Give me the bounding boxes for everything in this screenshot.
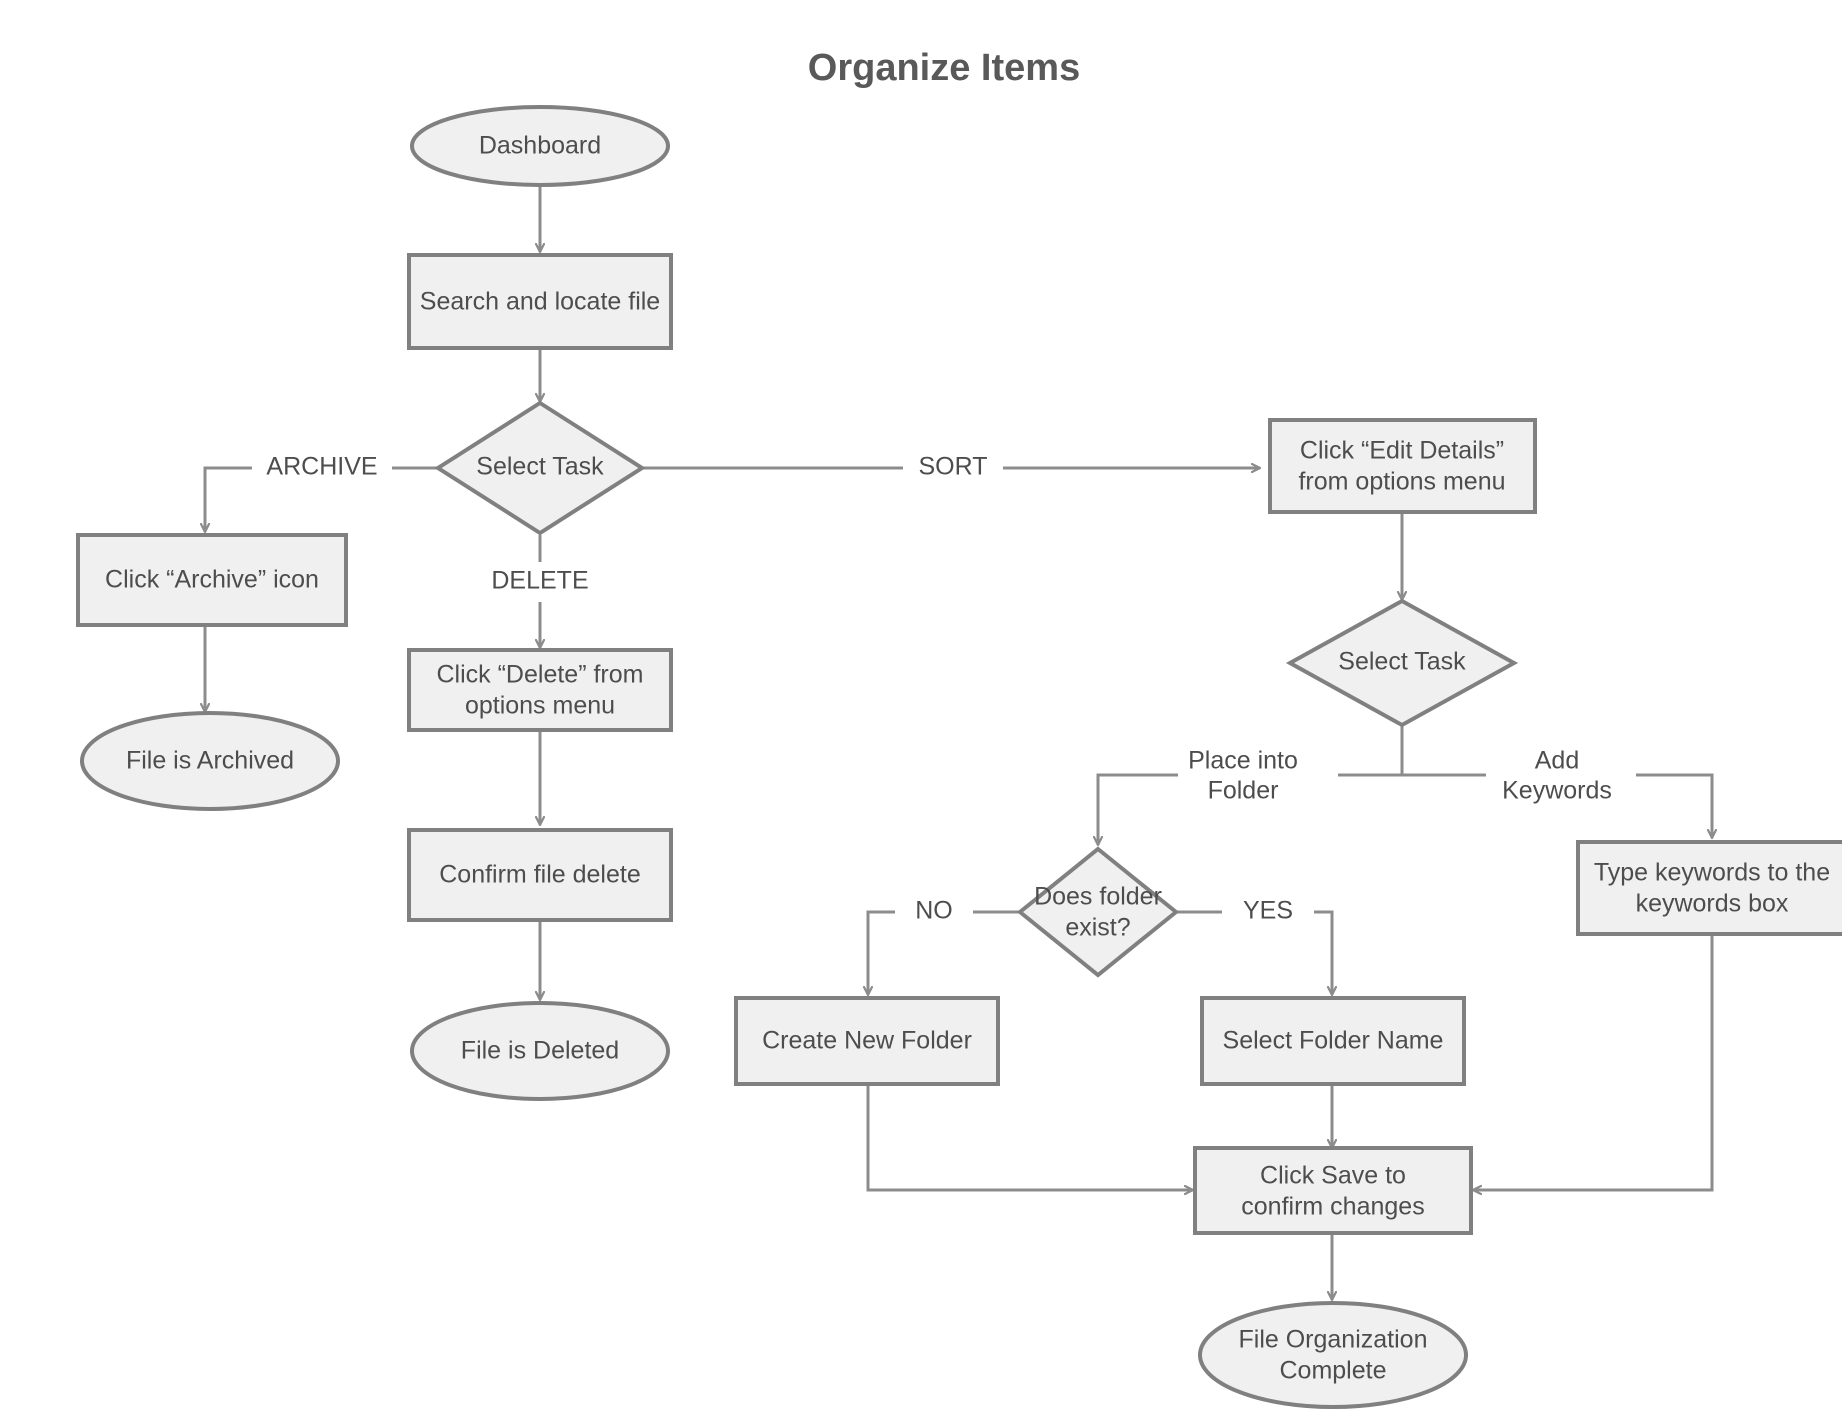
node-file-is-archived[interactable]: File is Archived [80,711,340,811]
complete-label-line1: File Organization [1239,1326,1428,1354]
edge-label-add-keywords-line2: Keywords [1502,777,1612,805]
node-confirm-file-delete[interactable]: Confirm file delete [407,828,673,922]
file-archived-label: File is Archived [126,747,294,775]
click-delete-label-line1: Click “Delete” from [437,661,644,689]
node-type-keywords[interactable]: Type keywords to the keywords box [1576,840,1842,936]
dashboard-label: Dashboard [479,132,601,160]
folder-exist-label-line1: Does folder [1034,883,1162,911]
type-keywords-label-line2: keywords box [1636,890,1789,918]
edit-details-shape [1268,418,1537,514]
node-click-archive-icon[interactable]: Click “Archive” icon [76,533,348,627]
edit-details-label-line2: from options menu [1298,468,1505,496]
complete-label-line2: Complete [1280,1357,1387,1385]
edit-details-label-line1: Click “Edit Details” [1300,437,1504,465]
click-save-label-line1: Click Save to [1260,1162,1406,1190]
type-keywords-label-line1: Type keywords to the [1594,859,1830,887]
node-create-new-folder[interactable]: Create New Folder [734,996,1000,1086]
edge-type-keywords-to-save [1473,935,1714,1190]
edge-label-archive: ARCHIVE [266,453,377,481]
click-archive-label: Click “Archive” icon [105,566,319,594]
complete-shape [1198,1301,1468,1409]
edge-create-folder-to-save [866,1085,1193,1190]
flowchart-canvas: Organize Items ARCHIVE DELETE SORT Place… [0,0,1842,1412]
edge-label-sort: SORT [919,453,988,481]
folder-exist-label-line2: exist? [1065,914,1130,942]
node-click-delete[interactable]: Click “Delete” from options menu [407,648,673,732]
folder-exist-shape [1016,846,1180,978]
edge-label-no: NO [915,897,953,925]
edge-label-add-keywords-line1: Add [1535,747,1579,775]
search-label: Search and locate file [420,288,660,316]
select-folder-label: Select Folder Name [1223,1027,1444,1055]
node-does-folder-exist[interactable]: Does folder exist? [1016,846,1180,978]
select-task-2-label: Select Task [1338,648,1466,676]
edge-label-delete: DELETE [491,567,588,595]
click-save-label-line2: confirm changes [1241,1193,1424,1221]
node-select-task-1[interactable]: Select Task [434,400,646,536]
edge-label-place-folder-line2: Folder [1208,777,1279,805]
node-select-folder-name[interactable]: Select Folder Name [1200,996,1466,1086]
node-file-is-deleted[interactable]: File is Deleted [410,1001,670,1101]
click-delete-label-line2: options menu [465,692,615,720]
type-keywords-shape [1576,840,1842,936]
confirm-delete-label: Confirm file delete [439,861,640,889]
select-task-1-label: Select Task [476,453,604,481]
flowchart-svg: Organize Items ARCHIVE DELETE SORT Place… [76,47,1842,1409]
node-click-edit-details[interactable]: Click “Edit Details” from options menu [1268,418,1537,514]
page-title: Organize Items [808,47,1080,89]
node-dashboard[interactable]: Dashboard [410,105,670,187]
create-folder-label: Create New Folder [762,1027,972,1055]
node-select-task-2[interactable]: Select Task [1285,598,1519,728]
node-file-organization-complete[interactable]: File Organization Complete [1198,1301,1468,1409]
edge-label-place-folder-line1: Place into [1188,747,1298,775]
node-click-save[interactable]: Click Save to confirm changes [1193,1146,1473,1235]
edge-label-yes: YES [1243,897,1293,925]
node-search-and-locate-file[interactable]: Search and locate file [407,253,673,350]
file-deleted-label: File is Deleted [461,1037,619,1065]
